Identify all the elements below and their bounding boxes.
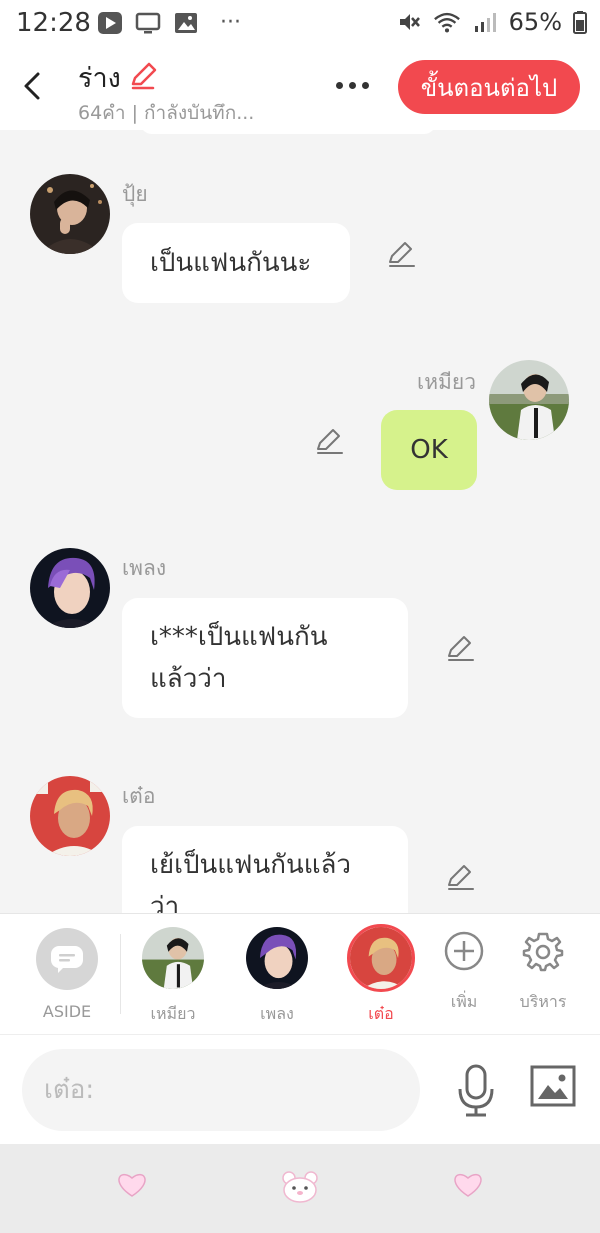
cast-screen-icon (134, 11, 162, 35)
edit-message-icon[interactable] (445, 632, 475, 662)
app-screen: 12:28 ··· 65% ร่าง 64คำ | กำลังบันทึก...… (0, 0, 600, 1233)
message-text-line: เย้เป็นแฟนกันแล้ว (150, 850, 352, 880)
insert-image-button[interactable] (530, 1065, 578, 1111)
message-input-area (0, 1034, 600, 1145)
heart-sticker-button[interactable] (116, 1170, 148, 1202)
divider (120, 934, 121, 1014)
edit-message-icon[interactable] (445, 861, 475, 891)
microphone-icon (458, 1064, 494, 1117)
back-button[interactable] (14, 66, 50, 106)
message-text-line: ว่า (150, 892, 180, 913)
heart-icon (118, 1173, 146, 1197)
mute-icon (395, 10, 423, 34)
aside-message-icon (51, 946, 83, 973)
draft-word-count-status: 64คำ | กำลังบันทึก... (78, 102, 255, 124)
more-dot-icon (361, 81, 369, 89)
character-avatar-meow[interactable] (142, 927, 204, 989)
status-time: 12:28 (16, 8, 91, 38)
message-bubble[interactable]: OK (381, 410, 477, 490)
character-avatar-tor-selected[interactable] (347, 924, 415, 992)
avatar-poy[interactable] (30, 174, 110, 254)
message-bubble[interactable]: เป็นแฟนกันนะ (122, 223, 350, 303)
voice-input-button[interactable] (452, 1063, 500, 1119)
message-bubble[interactable]: เ***เป็นแฟนกัน แล้วว่า (122, 598, 408, 718)
status-notification-icons: ··· (96, 10, 241, 35)
avatar-pleng[interactable] (30, 548, 110, 628)
aside-button[interactable] (36, 928, 98, 990)
previous-message-bubble-edge (140, 130, 436, 134)
battery-percentage: 65% (508, 8, 562, 36)
draft-title-row[interactable]: ร่าง (78, 56, 159, 99)
message-text: OK (410, 435, 448, 465)
gallery-notification-icon (172, 11, 200, 35)
add-character-label: เพิ่ม (450, 992, 478, 1011)
more-options-button[interactable] (326, 70, 378, 100)
signal-icon (471, 10, 499, 34)
avatar-meow[interactable] (489, 360, 569, 440)
next-step-button[interactable]: ขั้นตอนต่อไป (398, 60, 580, 114)
speaker-name: เหมียว (417, 370, 476, 394)
chevron-left-icon (24, 72, 40, 100)
message-text-line: แล้วว่า (150, 664, 227, 694)
manage-characters-button[interactable] (522, 930, 564, 972)
status-right: 65% (395, 8, 588, 36)
manage-characters-label: บริหาร (519, 992, 567, 1011)
character-label: เหมียว (150, 1004, 196, 1023)
draft-title: ร่าง (78, 63, 121, 94)
bear-face-icon (282, 1171, 318, 1203)
heart-sticker-button[interactable] (452, 1170, 484, 1202)
more-dot-icon (348, 81, 356, 89)
character-avatar-pleng[interactable] (246, 927, 308, 989)
message-bubble[interactable]: เย้เป็นแฟนกันแล้ว ว่า (122, 826, 408, 913)
message-input[interactable] (22, 1049, 420, 1131)
header: ร่าง 64คำ | กำลังบันทึก... ขั้นตอนต่อไป (0, 46, 600, 130)
battery-icon (572, 10, 588, 34)
speaker-name: เต๋อ (122, 784, 156, 808)
character-label-active: เต๋อ (368, 1004, 394, 1023)
speaker-name: เพลง (122, 556, 167, 580)
speaker-name: ปุ้ย (122, 182, 148, 206)
edit-message-icon[interactable] (314, 425, 344, 455)
more-dot-icon (335, 81, 343, 89)
bear-sticker-button[interactable] (280, 1168, 320, 1208)
sticker-bar (0, 1144, 600, 1233)
character-selector-bar: ASIDE เหมียว เพลง เต๋อ เพิ่ม บริหาร (0, 913, 600, 1035)
wifi-icon (433, 10, 461, 34)
status-bar: 12:28 ··· 65% (0, 0, 600, 46)
heart-icon (454, 1173, 482, 1197)
message-text: เป็นแฟนกันนะ (150, 248, 312, 278)
add-character-button[interactable] (443, 930, 485, 972)
play-notification-icon (96, 11, 124, 35)
message-text-line: เ***เป็นแฟนกัน (150, 622, 328, 652)
avatar-tor[interactable] (30, 776, 110, 856)
image-icon (530, 1065, 576, 1107)
rename-pencil-icon[interactable] (127, 60, 159, 96)
chat-area[interactable]: ปุ้ย เป็นแฟนกันนะ เหมียว OK เพลง เ***เป็… (0, 130, 600, 913)
character-label: เพลง (260, 1004, 294, 1023)
plus-circle-icon (444, 931, 484, 971)
more-notifications-indicator: ··· (220, 10, 241, 35)
edit-message-icon[interactable] (386, 238, 416, 268)
gear-icon (522, 932, 564, 972)
aside-label: ASIDE (42, 1002, 92, 1021)
